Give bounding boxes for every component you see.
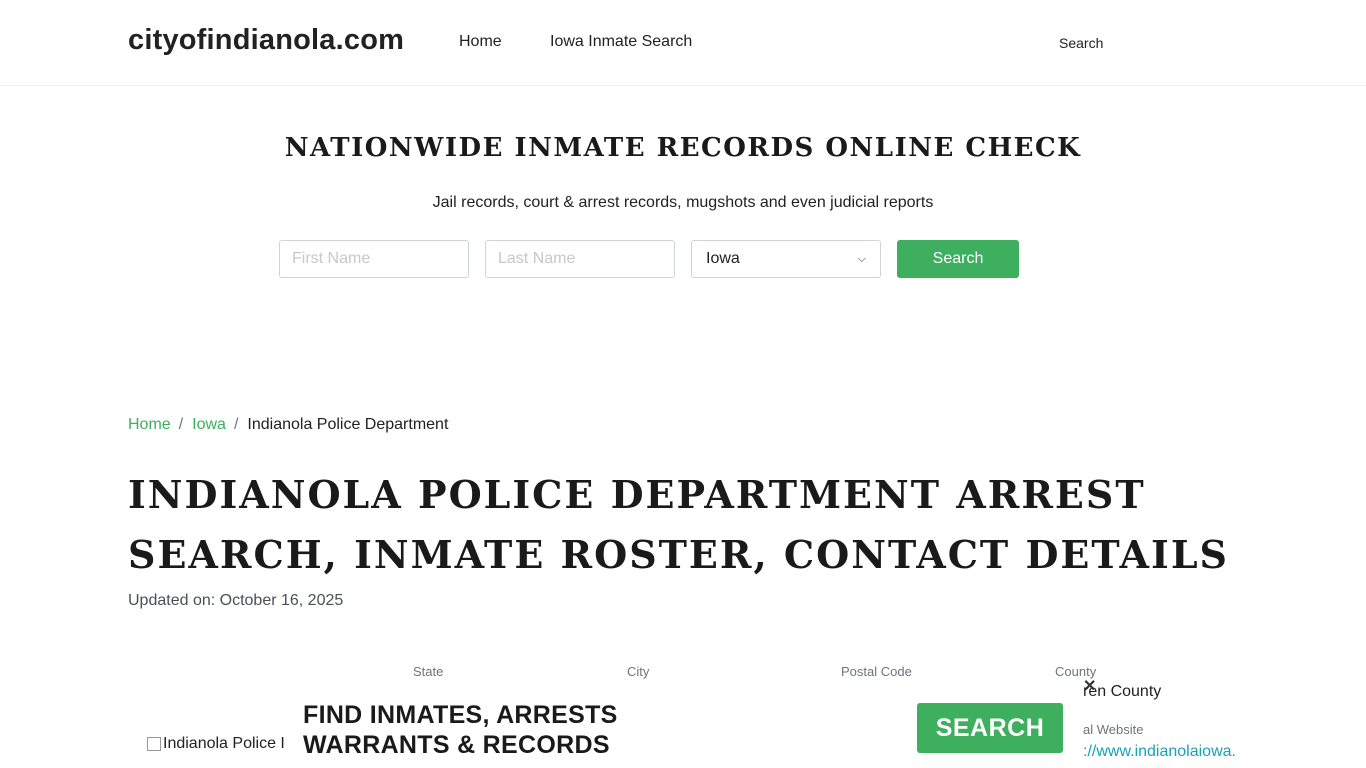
breadcrumb: Home / Iowa / Indianola Police Department <box>128 416 448 434</box>
nav-home-link[interactable]: Home <box>459 33 502 51</box>
city-label: City <box>627 664 650 679</box>
breadcrumb-current: Indianola Police Department <box>247 416 449 433</box>
department-image: Indianola Police I <box>147 735 285 753</box>
page-title: INDIANOLA POLICE DEPARTMENT ARREST SEARC… <box>128 472 1229 577</box>
chevron-down-icon: ⌵ <box>857 252 866 265</box>
nav-iowa-inmate-search-link[interactable]: Iowa Inmate Search <box>550 33 692 51</box>
breadcrumb-separator: / <box>178 416 184 433</box>
first-name-input[interactable] <box>279 240 469 278</box>
hero-subtitle: Jail records, court & arrest records, mu… <box>432 194 934 211</box>
ad-headline: FIND INMATES, ARRESTS WARRANTS & RECORDS <box>303 700 618 760</box>
department-image-alt: Indianola Police I <box>163 735 285 752</box>
hero-title: NATIONWIDE INMATE RECORDS ONLINE CHECK <box>284 133 1082 163</box>
close-ad-icon[interactable]: ✕ <box>1083 676 1096 696</box>
state-label: State <box>413 664 444 679</box>
nav-search-link[interactable]: Search <box>1059 35 1103 51</box>
site-header: cityofindianola.com Home Iowa Inmate Sea… <box>0 0 1366 86</box>
search-button[interactable]: Search <box>897 240 1019 278</box>
breadcrumb-separator: / <box>233 416 239 433</box>
website-label: al Website <box>1083 722 1144 737</box>
ad-headline-line2: WARRANTS & RECORDS <box>303 731 610 759</box>
state-select[interactable]: Iowa ⌵ <box>691 240 881 278</box>
postal-code-label: Postal Code <box>841 664 912 679</box>
state-select-value: Iowa <box>706 250 740 267</box>
breadcrumb-home-link[interactable]: Home <box>128 416 171 433</box>
ad-headline-line1: FIND INMATES, ARRESTS <box>303 701 618 729</box>
last-name-input[interactable] <box>485 240 675 278</box>
ad-search-button[interactable]: SEARCH <box>917 703 1063 753</box>
broken-image-icon <box>147 737 161 751</box>
updated-date: Updated on: October 16, 2025 <box>128 592 344 609</box>
website-link[interactable]: ://www.indianolaiowa. <box>1083 743 1236 761</box>
site-logo[interactable]: cityofindianola.com <box>128 24 404 57</box>
breadcrumb-iowa-link[interactable]: Iowa <box>192 416 226 433</box>
